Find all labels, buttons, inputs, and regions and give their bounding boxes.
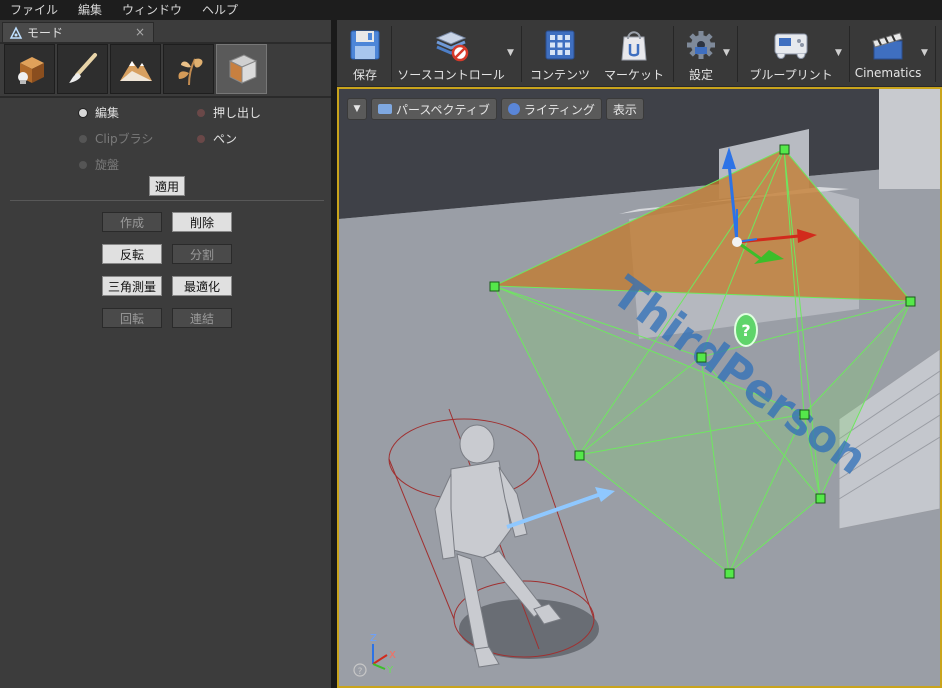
modes-tab-icon — [9, 25, 23, 40]
lighting-button[interactable]: ライティング — [500, 98, 602, 120]
chevron-down-icon[interactable]: ▼ — [507, 48, 514, 58]
level-viewport[interactable]: ThirdPerson ? Z X Y ? ▼ パースペクティブ ライティング … — [337, 87, 942, 688]
settings-button[interactable]: 設定 — [679, 20, 723, 86]
radio-selected-icon — [79, 108, 87, 117]
gear-icon — [687, 31, 715, 59]
save-button[interactable]: 保存 — [343, 20, 387, 86]
radio-lathe[interactable]: 旋盤 — [79, 156, 119, 173]
svg-text:Z: Z — [370, 633, 377, 644]
paint-mode-button[interactable] — [57, 44, 108, 94]
radio-unselected-icon — [197, 134, 205, 143]
menu-file[interactable]: ファイル — [0, 0, 68, 20]
radio-edit[interactable]: 編集 — [79, 104, 119, 121]
cinematics-button[interactable]: Cinematics — [855, 20, 921, 86]
close-icon[interactable]: × — [135, 25, 145, 39]
wall-block — [879, 89, 940, 189]
vertex[interactable] — [815, 493, 826, 504]
toolbar-separator — [935, 26, 936, 82]
chevron-down-icon[interactable]: ▼ — [723, 48, 730, 58]
optimize-button[interactable]: 最適化 — [172, 276, 232, 296]
content-button[interactable]: コンテンツ — [527, 20, 593, 86]
vertex[interactable] — [696, 352, 707, 363]
perspective-button[interactable]: パースペクティブ — [371, 98, 497, 120]
svg-text:Y: Y — [386, 665, 394, 676]
panel-divider — [10, 200, 324, 201]
clapperboard-icon — [872, 32, 903, 60]
delete-button[interactable]: 削除 — [172, 212, 232, 232]
vertex[interactable] — [724, 568, 735, 579]
foliage-mode-icon — [177, 58, 202, 86]
modes-panel: モード × 編集 押し出し Clipブラシ ペン 旋盤 適用 作成 削除 反転 … — [0, 20, 331, 688]
radio-pen[interactable]: ペン — [197, 130, 237, 147]
triangulate-button[interactable]: 三角測量 — [102, 276, 162, 296]
toolbar-separator — [391, 26, 392, 82]
vertex[interactable] — [574, 450, 585, 461]
mode-selector — [4, 44, 269, 96]
apply-button[interactable]: 適用 — [149, 176, 185, 196]
content-browser-icon — [545, 30, 575, 60]
help-icon-text: ? — [358, 667, 363, 677]
main-toolbar: 保存 ソースコントロール ▼ コンテンツ マーケット 設定 ▼ ブループリント … — [337, 20, 942, 87]
modes-tab-label: モード — [27, 26, 64, 40]
chevron-down-icon: ▼ — [353, 104, 361, 114]
lit-sphere-icon — [507, 103, 520, 115]
player-start-marker[interactable]: ? — [734, 313, 758, 347]
vertex[interactable] — [799, 409, 810, 420]
flip-button[interactable]: 反転 — [102, 244, 162, 264]
source-control-icon — [435, 31, 469, 62]
menu-window[interactable]: ウィンドウ — [112, 0, 192, 20]
paint-mode-icon — [68, 53, 97, 83]
toolbar-separator — [521, 26, 522, 82]
create-button[interactable]: 作成 — [102, 212, 162, 232]
place-mode-button[interactable] — [4, 44, 55, 94]
radio-unselected-icon — [197, 108, 205, 117]
landscape-mode-icon — [119, 61, 152, 81]
marketplace-bag-icon — [621, 31, 647, 61]
radio-clip-brush[interactable]: Clipブラシ — [79, 130, 153, 147]
vertex[interactable] — [779, 144, 790, 155]
save-icon — [350, 30, 380, 60]
menu-edit[interactable]: 編集 — [68, 0, 112, 20]
chevron-down-icon[interactable]: ▼ — [921, 48, 928, 58]
geometry-mode-icon — [228, 54, 257, 84]
mode-row-divider — [0, 96, 331, 98]
blueprints-button[interactable]: ブループリント — [745, 20, 837, 86]
viewport-scene[interactable]: ThirdPerson ? Z X Y ? — [339, 89, 940, 686]
landscape-mode-button[interactable] — [110, 44, 161, 94]
weld-button[interactable]: 連結 — [172, 308, 232, 328]
radio-extrude[interactable]: 押し出し — [197, 104, 261, 121]
foliage-mode-button[interactable] — [163, 44, 214, 94]
split-button[interactable]: 分割 — [172, 244, 232, 264]
marketplace-button[interactable]: マーケット — [601, 20, 667, 86]
viewport-options-button[interactable]: ▼ — [347, 98, 367, 120]
source-control-button[interactable]: ソースコントロール — [397, 20, 505, 86]
modes-tab[interactable]: モード × — [2, 22, 154, 42]
radio-unselected-icon — [79, 160, 87, 169]
vertex[interactable] — [905, 296, 916, 307]
turn-button[interactable]: 回転 — [102, 308, 162, 328]
chevron-down-icon[interactable]: ▼ — [835, 48, 842, 58]
toolbar-separator — [737, 26, 738, 82]
show-button[interactable]: 表示 — [605, 98, 644, 120]
svg-text:X: X — [389, 650, 396, 661]
blueprint-controller-icon — [774, 33, 808, 59]
viewport-toolbar: ▼ パースペクティブ ライティング 表示 — [347, 98, 648, 120]
question-marker-text: ? — [741, 321, 750, 340]
place-mode-icon — [17, 57, 44, 84]
toolbar-separator — [849, 26, 850, 82]
radio-unselected-icon — [79, 134, 87, 143]
toolbar-separator — [673, 26, 674, 82]
menu-bar: ファイル 編集 ウィンドウ ヘルプ — [0, 0, 942, 20]
geometry-mode-button[interactable] — [216, 44, 267, 94]
menu-help[interactable]: ヘルプ — [192, 0, 248, 20]
perspective-icon — [378, 104, 392, 114]
vertex[interactable] — [489, 281, 500, 292]
